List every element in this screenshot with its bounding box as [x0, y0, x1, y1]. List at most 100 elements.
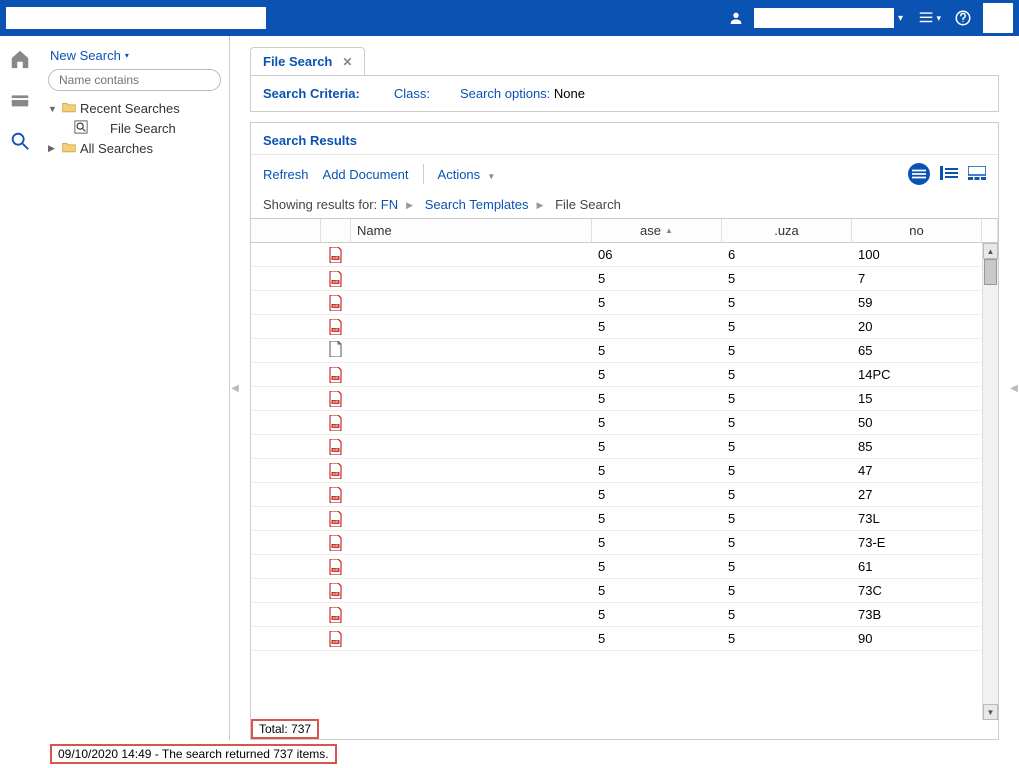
table-row[interactable]: pdf5573C: [251, 579, 982, 603]
table-row[interactable]: pdf5590: [251, 627, 982, 651]
svg-text:pdf: pdf: [333, 640, 338, 644]
view-filmstrip-button[interactable]: [968, 166, 986, 183]
cell-uza: 5: [722, 607, 852, 622]
tab-file-search[interactable]: File Search ✕: [250, 47, 365, 75]
table-row[interactable]: pdf5514PC: [251, 363, 982, 387]
help-icon[interactable]: [953, 8, 973, 28]
tree-file-search[interactable]: File Search: [48, 118, 229, 139]
user-icon[interactable]: [726, 8, 746, 28]
pdf-icon: pdf: [329, 607, 343, 623]
cell-ase: 5: [592, 343, 722, 358]
cell-uza: 5: [722, 271, 852, 286]
home-icon[interactable]: [9, 48, 31, 73]
cell-no: 65: [852, 343, 982, 358]
cell-uza: 5: [722, 511, 852, 526]
svg-text:pdf: pdf: [333, 472, 338, 476]
pdf-icon: pdf: [329, 391, 343, 407]
table-row[interactable]: pdf5527: [251, 483, 982, 507]
cell-uza: 5: [722, 559, 852, 574]
tree-recent-searches[interactable]: ▼ Recent Searches: [48, 99, 229, 118]
cell-ase: 5: [592, 487, 722, 502]
cell-ase: 5: [592, 463, 722, 478]
view-magazine-button[interactable]: [940, 166, 958, 183]
pdf-icon: pdf: [329, 463, 343, 479]
user-select[interactable]: ▾: [750, 8, 903, 28]
tray-icon[interactable]: [9, 89, 31, 114]
collapse-handle-right[interactable]: ◀: [1009, 36, 1019, 740]
bc-templates[interactable]: Search Templates: [425, 197, 529, 212]
table-row[interactable]: pdf5573B: [251, 603, 982, 627]
table-row[interactable]: pdf5561: [251, 555, 982, 579]
pdf-icon: pdf: [329, 487, 343, 503]
tree-all-searches[interactable]: ▶ All Searches: [48, 139, 229, 158]
cell-no: 14PC: [852, 367, 982, 382]
cell-no: 73L: [852, 511, 982, 526]
scrollbar[interactable]: ▲ ▼: [982, 243, 998, 720]
cell-uza: 5: [722, 343, 852, 358]
cell-uza: 5: [722, 463, 852, 478]
view-details-button[interactable]: [908, 163, 930, 185]
pdf-icon: pdf: [329, 559, 343, 575]
col-icon[interactable]: [321, 219, 351, 242]
class-label: Class:: [394, 86, 430, 101]
svg-text:pdf: pdf: [333, 520, 338, 524]
col-select[interactable]: [251, 219, 321, 242]
cell-no: 61: [852, 559, 982, 574]
col-no[interactable]: no: [852, 219, 982, 242]
collapse-handle-left[interactable]: ◀: [230, 36, 240, 740]
pdf-icon: pdf: [329, 271, 343, 287]
app-launcher[interactable]: [983, 3, 1013, 33]
col-ase[interactable]: ase▲: [592, 219, 722, 242]
iconbar: [0, 36, 40, 740]
name-contains-input[interactable]: [48, 69, 221, 91]
table-row[interactable]: pdf5515: [251, 387, 982, 411]
pdf-icon: pdf: [329, 511, 343, 527]
scroll-down-button[interactable]: ▼: [983, 704, 998, 720]
refresh-link[interactable]: Refresh: [263, 167, 309, 182]
table-row[interactable]: pdf5585: [251, 435, 982, 459]
bc-fn[interactable]: FN: [381, 197, 398, 212]
scroll-up-button[interactable]: ▲: [983, 243, 998, 259]
options-label: Search options:: [460, 86, 550, 101]
col-name[interactable]: Name: [351, 219, 592, 242]
pdf-icon: pdf: [329, 535, 343, 551]
table-row[interactable]: pdf557: [251, 267, 982, 291]
svg-text:pdf: pdf: [333, 496, 338, 500]
results-toolbar: Refresh Add Document Actions ▼: [251, 155, 998, 193]
close-icon[interactable]: ✕: [342, 55, 352, 69]
cell-ase: 5: [592, 319, 722, 334]
actions-menu[interactable]: Actions ▼: [438, 167, 496, 182]
table-row[interactable]: pdf5573L: [251, 507, 982, 531]
col-uza[interactable]: .uza: [722, 219, 852, 242]
cell-uza: 5: [722, 391, 852, 406]
cell-ase: 5: [592, 583, 722, 598]
table-row[interactable]: pdf5547: [251, 459, 982, 483]
criteria-label: Search Criteria:: [263, 86, 360, 101]
svg-text:pdf: pdf: [333, 568, 338, 572]
table-row[interactable]: pdf5550: [251, 411, 982, 435]
status-message: 09/10/2020 14:49 - The search returned 7…: [50, 744, 337, 764]
cell-ase: 5: [592, 391, 722, 406]
table-row[interactable]: pdf5520: [251, 315, 982, 339]
cell-ase: 5: [592, 535, 722, 550]
svg-text:pdf: pdf: [333, 592, 338, 596]
cell-ase: 5: [592, 415, 722, 430]
table-row[interactable]: pdf5559: [251, 291, 982, 315]
table-row[interactable]: 5565: [251, 339, 982, 363]
table-row[interactable]: pdf066100: [251, 243, 982, 267]
table-row[interactable]: pdf5573-E: [251, 531, 982, 555]
svg-text:pdf: pdf: [333, 328, 338, 332]
svg-text:pdf: pdf: [333, 424, 338, 428]
pdf-icon: pdf: [329, 295, 343, 311]
cell-ase: 5: [592, 439, 722, 454]
scroll-thumb[interactable]: [984, 259, 997, 285]
new-search-link[interactable]: New Search▾: [40, 46, 229, 65]
search-icon[interactable]: [9, 130, 31, 155]
statusbar: 09/10/2020 14:49 - The search returned 7…: [0, 740, 1019, 768]
add-document-link[interactable]: Add Document: [323, 167, 409, 182]
grid-header: Name ase▲ .uza no: [251, 218, 998, 243]
top-search-input[interactable]: [6, 7, 266, 29]
cell-uza: 5: [722, 415, 852, 430]
breadcrumbs: Showing results for: FN▶ Search Template…: [251, 193, 998, 218]
menu-icon[interactable]: ▾: [919, 11, 941, 25]
